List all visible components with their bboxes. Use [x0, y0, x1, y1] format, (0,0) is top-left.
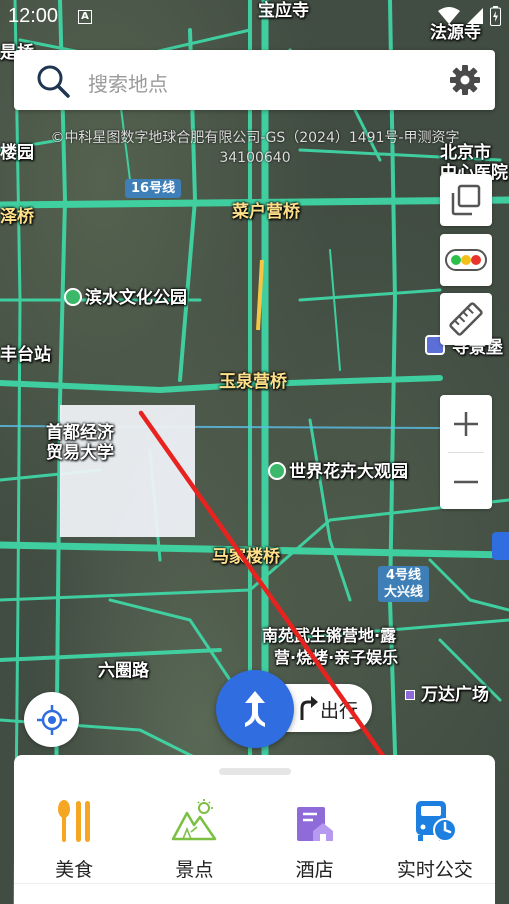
- category-realtime-bus[interactable]: 实时公交: [375, 795, 495, 882]
- sheet-handle[interactable]: [219, 768, 291, 775]
- category-hotel[interactable]: 酒店: [255, 795, 375, 882]
- scenic-icon: [172, 799, 217, 841]
- hotel-icon: [296, 807, 333, 841]
- category-bar: 美食 景点 酒店 实时公交: [14, 795, 495, 882]
- category-scenic[interactable]: 景点: [134, 795, 254, 882]
- bottom-sheet[interactable]: 美食 景点 酒店 实时公交: [14, 755, 495, 904]
- food-icon: [58, 800, 91, 842]
- category-food[interactable]: 美食: [14, 795, 134, 882]
- bus-icon: [415, 801, 457, 842]
- divider: [14, 883, 495, 884]
